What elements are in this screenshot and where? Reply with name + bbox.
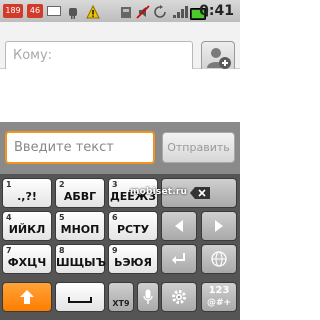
- key-9-label: ЬЭЮЯ: [114, 256, 152, 269]
- signal-icon: [172, 4, 188, 23]
- key-2[interactable]: 2 АБВГ: [55, 178, 105, 208]
- key-5[interactable]: 5 МНОП: [55, 211, 105, 241]
- message-area: [0, 69, 240, 122]
- key-1-label: .,?!: [17, 190, 37, 203]
- key-7[interactable]: 7 ФХЦЧ: [2, 244, 52, 274]
- wifi-icon: [120, 4, 132, 23]
- symbols-label-top: 123: [208, 285, 230, 296]
- warning-icon: [86, 4, 100, 23]
- compose-bar: Введите текст Отправить: [0, 122, 240, 174]
- language-key[interactable]: [201, 244, 237, 274]
- key-6-label: РСТУ: [116, 223, 150, 236]
- space-key[interactable]: [55, 282, 105, 312]
- watermark: mobiset.ru: [130, 187, 188, 197]
- clock: 0:41: [199, 3, 234, 19]
- keyboard: 1 .,?! 2 АБВГ 3 ДЕЁЖЗ 4 ИЙКЛ 5 МНОП 6 РС…: [0, 174, 240, 320]
- mic-icon: [143, 289, 153, 304]
- sync-icon: [154, 4, 166, 23]
- android-icon: [67, 4, 79, 23]
- key-9[interactable]: 9 ЬЭЮЯ: [108, 244, 158, 274]
- arrow-right-icon: [215, 220, 223, 232]
- send-button[interactable]: Отправить: [162, 132, 235, 163]
- t9-label: XT9: [112, 299, 130, 308]
- arrow-left-key[interactable]: [161, 211, 197, 241]
- symbols-label-bottom: @#+: [206, 298, 232, 308]
- key-1[interactable]: 1 .,?!: [2, 178, 52, 208]
- enter-key[interactable]: [161, 244, 197, 274]
- recipient-input[interactable]: Кому:: [5, 41, 193, 71]
- status-bar: 189 46 0:41: [0, 0, 240, 23]
- shift-icon: [20, 290, 34, 304]
- globe-icon: [211, 251, 227, 267]
- badge-count-1: 189: [3, 4, 23, 18]
- arrow-left-icon: [175, 220, 183, 232]
- key-4[interactable]: 4 ИЙКЛ: [2, 211, 52, 241]
- key-4-label: ИЙКЛ: [8, 223, 46, 236]
- message-input[interactable]: Введите текст: [5, 131, 155, 164]
- key-8[interactable]: 8 ШЩЫЪ: [55, 244, 106, 274]
- key-6[interactable]: 6 РСТУ: [108, 211, 158, 241]
- arrow-right-key[interactable]: [201, 211, 237, 241]
- shift-key[interactable]: [2, 282, 52, 312]
- key-2-label: АБВГ: [63, 190, 97, 203]
- recipient-placeholder: Кому:: [13, 48, 53, 63]
- key-8-label: ШЩЫЪ: [56, 256, 106, 269]
- key-7-label: ФХЦЧ: [7, 256, 47, 269]
- silent-icon: [136, 4, 150, 23]
- backspace-icon: [190, 187, 210, 199]
- key-5-label: МНОП: [60, 223, 100, 236]
- message-placeholder: Введите текст: [14, 140, 114, 155]
- voice-key[interactable]: [137, 282, 159, 312]
- enter-icon: [172, 253, 185, 264]
- settings-key[interactable]: [161, 282, 197, 312]
- space-icon: [68, 297, 92, 303]
- settings-icon: [172, 290, 186, 304]
- recipient-area: Кому:: [0, 22, 240, 74]
- email-icon: [47, 6, 61, 16]
- badge-count-2: 46: [27, 4, 43, 18]
- t9-key[interactable]: XT9: [108, 282, 134, 312]
- symbols-key[interactable]: 123 @#+: [201, 282, 237, 312]
